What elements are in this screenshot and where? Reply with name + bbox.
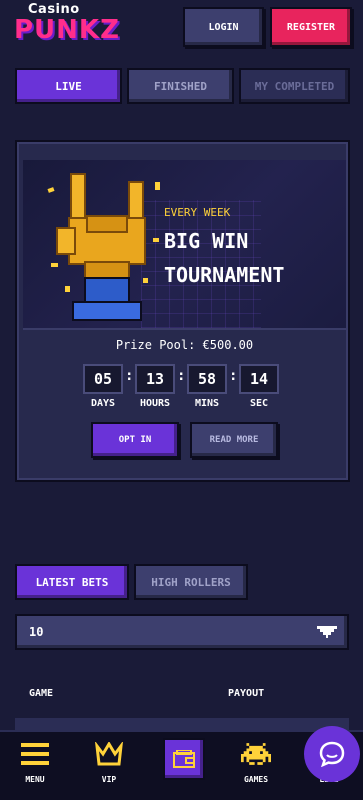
tab-my-completed[interactable]: MY COMPLETED [239, 68, 350, 104]
read-more-button[interactable]: READ MORE [190, 422, 278, 458]
header: Casino PUNKZ LOGIN REGISTER [0, 0, 363, 58]
countdown-hours: 13 [135, 364, 175, 394]
countdown-separator: : [229, 368, 238, 384]
card-divider [23, 328, 346, 330]
tab-latest-bets[interactable]: LATEST BETS [15, 564, 129, 600]
prize-pool: Prize Pool: €500.00 [115, 338, 254, 352]
tournament-title-line1: BIG WIN [164, 229, 249, 253]
countdown-separator: : [177, 368, 186, 384]
bets-count-select[interactable]: 10 [15, 614, 349, 650]
column-header-game: GAME [29, 688, 54, 699]
register-button[interactable]: REGISTER [270, 7, 352, 47]
column-header-payout: PAYOUT [228, 688, 265, 699]
tournament-banner[interactable]: EVERY WEEK BIG WIN TOURNAMENT [23, 160, 346, 328]
bets-count-value: 10 [29, 625, 44, 639]
live-chat-button[interactable] [304, 726, 360, 782]
opt-in-button[interactable]: OPT IN [91, 422, 179, 458]
tournament-card: EVERY WEEK BIG WIN TOURNAMENT Prize Pool… [15, 140, 350, 482]
tab-high-rollers[interactable]: HIGH ROLLERS [134, 564, 248, 600]
space-invader-icon [241, 743, 271, 765]
login-button[interactable]: LOGIN [183, 7, 264, 47]
countdown-days: 05 [83, 364, 123, 394]
nav-games-label: GAMES [243, 775, 269, 784]
nav-vip-label: VIP [101, 775, 117, 784]
tournament-title-line2: TOURNAMENT [164, 263, 285, 287]
crown-icon [95, 742, 123, 766]
tab-live[interactable]: LIVE [15, 68, 122, 104]
countdown-sec-label: SEC [249, 398, 269, 409]
countdown-hours-label: HOURS [139, 398, 171, 409]
nav-vip[interactable]: VIP [78, 732, 140, 800]
countdown-mins: 58 [187, 364, 227, 394]
casino-punkz-logo[interactable]: Casino PUNKZ [14, 2, 124, 52]
nav-menu-label: MENU [25, 775, 45, 784]
nav-games[interactable]: GAMES [225, 732, 287, 800]
wallet-icon [173, 750, 195, 768]
countdown-sec: 14 [239, 364, 279, 394]
tournament-eyebrow: EVERY WEEK [164, 206, 231, 219]
countdown-separator: : [125, 368, 134, 384]
tab-finished[interactable]: FINISHED [127, 68, 234, 104]
countdown-mins-label: MINS [194, 398, 220, 409]
countdown-timer: 05 : 13 : 58 : 14 [83, 364, 289, 394]
logo-main-text: PUNKZ [14, 15, 120, 45]
nav-menu[interactable]: MENU [4, 732, 66, 800]
wallet-button[interactable] [163, 738, 205, 780]
countdown-days-label: DAYS [90, 398, 116, 409]
chevron-down-icon [317, 626, 337, 638]
tournament-title: BIG WIN TOURNAMENT [164, 224, 344, 292]
hamburger-icon [21, 743, 49, 765]
chat-icon [319, 741, 345, 767]
rock-hand-trophy-icon [47, 173, 160, 321]
